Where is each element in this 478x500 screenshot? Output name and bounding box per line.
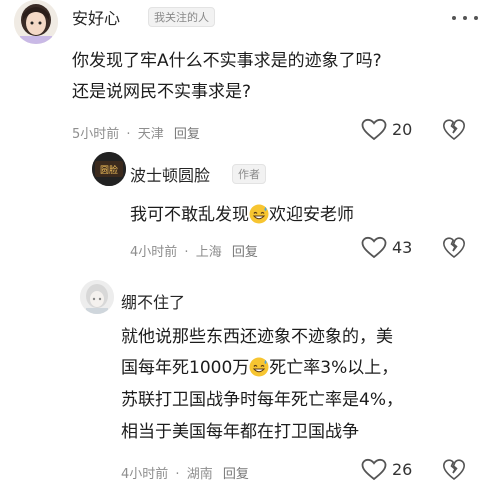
- avatar-anhaoxin[interactable]: [14, 0, 58, 44]
- comment-meta: 5小时前 · 天津 回复: [72, 123, 200, 142]
- timestamp: 5小时前: [72, 127, 120, 142]
- dislike-icon[interactable]: [442, 458, 466, 482]
- dislike-icon[interactable]: [442, 236, 466, 260]
- avatar-bengbuzhule[interactable]: [80, 280, 114, 314]
- username[interactable]: 波士顿圆脸: [130, 162, 210, 186]
- separator: ·: [126, 127, 131, 142]
- dislike-icon[interactable]: [442, 118, 466, 142]
- comment-meta: 4小时前 · 上海 回复: [130, 241, 258, 260]
- comment-text-line-1: 就他说那些东西还迹象不迹象的，美: [121, 327, 393, 347]
- comment-text-line-4: 相当于美国每年都在打卫国战争: [121, 422, 359, 442]
- location: 上海: [195, 245, 222, 260]
- comment-text-line-2: 还是说网民不实事求是?: [72, 82, 252, 102]
- username[interactable]: 安好心: [72, 5, 120, 29]
- avatar-author[interactable]: 圆脸: [92, 152, 126, 186]
- comment-text-line-2-after: 死亡率3%以上，: [269, 358, 399, 378]
- timestamp: 4小时前: [121, 467, 169, 482]
- reply-button[interactable]: 回复: [174, 127, 200, 142]
- comment-text-line-2-before: 国每年死1000万: [121, 358, 250, 378]
- separator: ·: [175, 467, 180, 482]
- username[interactable]: 绷不住了: [121, 289, 185, 313]
- comment-meta: 4小时前 · 湖南 回复: [121, 463, 249, 482]
- sweat-smile-emoji-icon: [249, 204, 269, 224]
- like-icon[interactable]: [361, 118, 387, 142]
- like-icon[interactable]: [361, 236, 387, 260]
- avatar-label: 圆脸: [100, 164, 118, 176]
- following-tag: 我关注的人: [148, 7, 215, 27]
- comment-text: 我可不敢乱发现 欢迎安老师: [130, 200, 354, 230]
- reply-button[interactable]: 回复: [232, 245, 258, 260]
- comment-text-line-1: 你发现了牢A什么不实事求是的迹象了吗?: [72, 51, 382, 71]
- like-icon[interactable]: [361, 458, 387, 482]
- comment-text-line-2: 国每年死1000万 死亡率3%以上，: [121, 353, 398, 383]
- more-options-icon[interactable]: [452, 8, 478, 28]
- separator: ·: [184, 245, 189, 260]
- author-tag: 作者: [232, 164, 266, 184]
- sweat-smile-emoji-icon: [249, 357, 269, 377]
- like-count: 26: [392, 460, 413, 479]
- reply-button[interactable]: 回复: [223, 467, 249, 482]
- comment-text-line-3: 苏联打卫国战争时每年死亡率是4%，: [121, 390, 403, 410]
- location: 湖南: [186, 467, 213, 482]
- comment-text-before: 我可不敢乱发现: [130, 205, 249, 225]
- comment-text-after: 欢迎安老师: [269, 205, 354, 225]
- location: 天津: [137, 127, 164, 142]
- timestamp: 4小时前: [130, 245, 178, 260]
- like-count: 20: [392, 120, 413, 139]
- like-count: 43: [392, 238, 413, 257]
